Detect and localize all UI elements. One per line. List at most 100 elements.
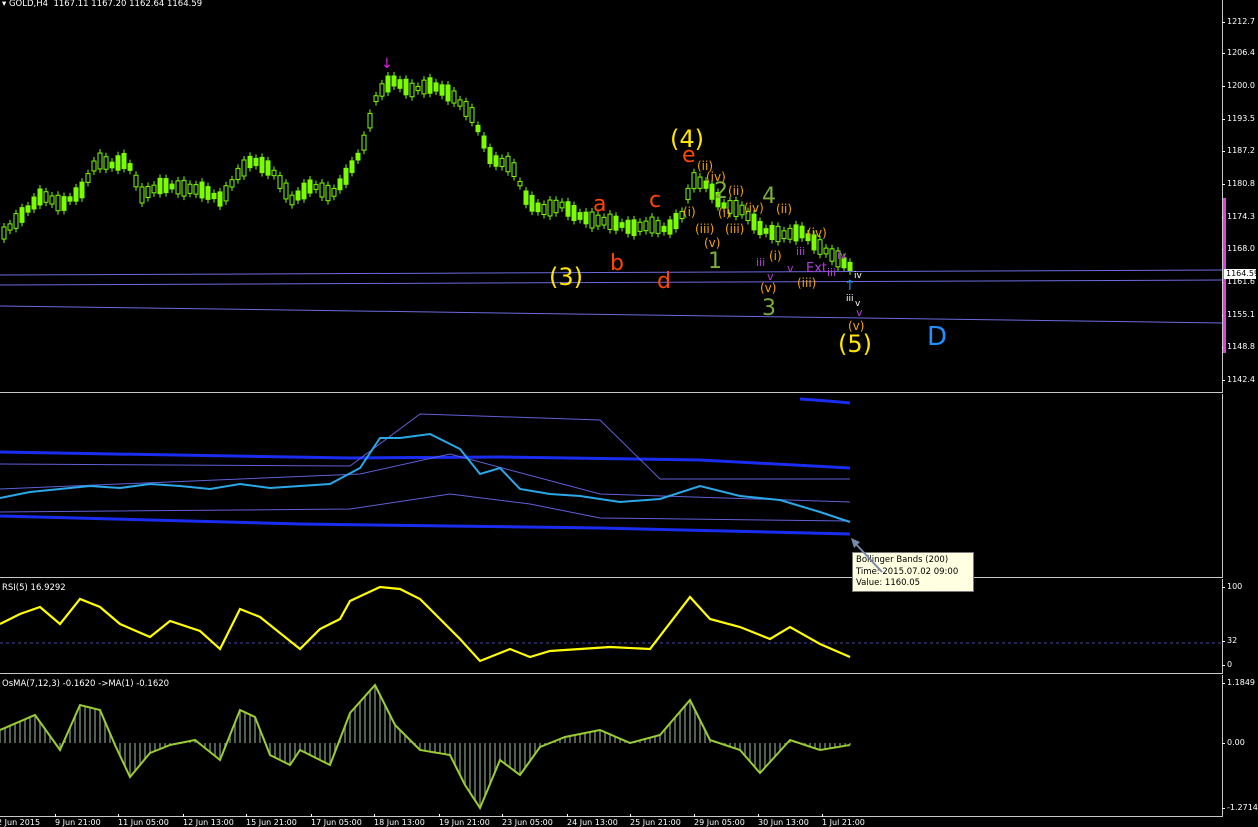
candle-body — [25, 205, 31, 213]
candle-body — [181, 179, 187, 197]
candle-body — [295, 190, 301, 201]
bb-top-band — [799, 397, 851, 405]
candle-body — [175, 180, 181, 195]
candle-body — [265, 160, 271, 176]
price-tick: 1142.4 — [1222, 375, 1255, 384]
time-tick: 23 Jun 05:00 — [502, 814, 553, 827]
wave-4-minor-label: 4 — [762, 184, 776, 209]
rsi-tick: 100 — [1221, 582, 1243, 591]
price-chart[interactable]: ↓ ↑ (4) (3) (5) a b c d e 1 2 3 4 D (ii)… — [0, 0, 1222, 393]
candle-body — [487, 147, 493, 164]
price-pane[interactable]: ▾ GOLD,H4 1167.11 1167.20 1162.64 1164.5… — [0, 0, 1222, 393]
candle-body — [397, 79, 403, 89]
candle-body — [637, 221, 643, 232]
candle-body — [523, 190, 529, 205]
price-tick: 1155.1 — [1222, 310, 1255, 319]
candle-body — [49, 195, 55, 205]
candle-body — [817, 239, 823, 255]
candle-body — [457, 99, 463, 107]
candle-body — [151, 184, 157, 194]
subwave-iv3-label: (iv) — [807, 226, 827, 240]
candle-body — [625, 219, 631, 234]
trend-line-lower[interactable] — [0, 305, 1222, 324]
candle-body — [769, 225, 775, 240]
candle-body — [367, 112, 373, 129]
rsi-axis[interactable]: 100 32 0 — [1221, 579, 1258, 674]
candle-body — [259, 156, 265, 174]
candle-body — [403, 78, 409, 96]
time-tick: 30 Jun 13:00 — [758, 814, 809, 827]
candle-body — [607, 213, 613, 230]
roman-iii-label: iii — [756, 256, 765, 269]
wave-3-minor-label: 3 — [762, 296, 776, 321]
price-tick: 1168.0 — [1222, 244, 1255, 253]
current-price-tag: 1164.59 — [1224, 269, 1258, 279]
time-tick: 17 Jun 05:00 — [311, 814, 362, 827]
candle-body — [193, 184, 199, 195]
candle-body — [217, 191, 223, 207]
time-tick: 29 Jun 05:00 — [694, 814, 745, 827]
candle-body — [439, 84, 445, 96]
candle-body — [379, 83, 385, 97]
candle-body — [601, 216, 607, 226]
wave-3-label: (3) — [549, 263, 583, 291]
subwave-i3-label: (i) — [769, 249, 782, 263]
rsi-chart[interactable] — [0, 579, 1222, 674]
candle-body — [43, 191, 49, 203]
roman-iii3-label: iii — [827, 266, 836, 279]
candle-body — [391, 75, 397, 87]
candle-body — [97, 152, 103, 170]
candle-body — [667, 219, 673, 235]
candle-body — [199, 181, 205, 199]
bollinger-axis[interactable] — [1222, 394, 1258, 578]
bollinger-pane[interactable] — [0, 394, 1222, 578]
candle-body — [157, 177, 163, 195]
candle-body — [505, 155, 511, 173]
roman-v-label: v — [767, 270, 774, 283]
osma-tick: 1.1849 — [1222, 678, 1255, 687]
subwave-iv-label: (iv) — [706, 170, 726, 184]
candle-body — [571, 205, 577, 221]
roman-v-white-label: v — [855, 299, 861, 309]
rsi-pane[interactable]: RSI(5) 16.9292 — [0, 579, 1222, 674]
osma-histogram — [0, 685, 851, 808]
candle-body — [109, 161, 115, 169]
candle-body — [127, 163, 133, 171]
candle-body — [145, 186, 151, 198]
candle-body — [511, 162, 517, 178]
osma-tick: -1.2714 — [1222, 803, 1258, 812]
candle-body — [823, 247, 829, 255]
candle-body — [427, 77, 433, 94]
candle-body — [325, 184, 331, 202]
candle-body — [103, 156, 109, 170]
trend-line-middle[interactable] — [0, 279, 1222, 286]
subwave-iii2-label: (iii) — [725, 222, 744, 236]
roman-v2-label: v — [787, 262, 794, 275]
candle-body — [529, 195, 535, 212]
candle-body — [19, 207, 25, 223]
bollinger-chart[interactable] — [0, 394, 1222, 578]
wave-e-label: e — [682, 143, 696, 168]
time-tick: 12 Jun 13:00 — [183, 814, 234, 827]
subwave-v-label: (v) — [704, 236, 720, 250]
roman-iv-label: iv — [837, 249, 847, 262]
price-axis[interactable]: 1212.7 1206.4 1200.0 1193.5 1187.2 1180.8 1174… — [1222, 0, 1258, 393]
wave-1-label: 1 — [708, 249, 722, 274]
candle-body — [463, 101, 469, 117]
candle-body — [757, 220, 763, 236]
osma-axis[interactable]: 1.1849 0.00 -1.2714 — [1222, 675, 1258, 817]
subwave-iii3-label: (iii) — [797, 276, 816, 290]
subwave-v3-label: (v) — [848, 319, 864, 333]
wave-D-label: D — [927, 322, 947, 352]
time-tick: 11 Jun 05:00 — [118, 814, 169, 827]
price-tick: 1180.8 — [1222, 179, 1255, 188]
osma-chart[interactable] — [0, 675, 1222, 817]
wave-5-label: (5) — [838, 330, 872, 358]
osma-pane[interactable]: OsMA(7,12,3) -0.1620 ->MA(1) -0.1620 — [0, 675, 1222, 817]
candle-body — [697, 176, 703, 189]
candle-body — [343, 167, 349, 185]
subwave-ii2-label: (ii) — [728, 184, 744, 198]
candle-body — [271, 169, 277, 177]
candle-body — [331, 187, 337, 197]
candle-body — [187, 183, 193, 194]
